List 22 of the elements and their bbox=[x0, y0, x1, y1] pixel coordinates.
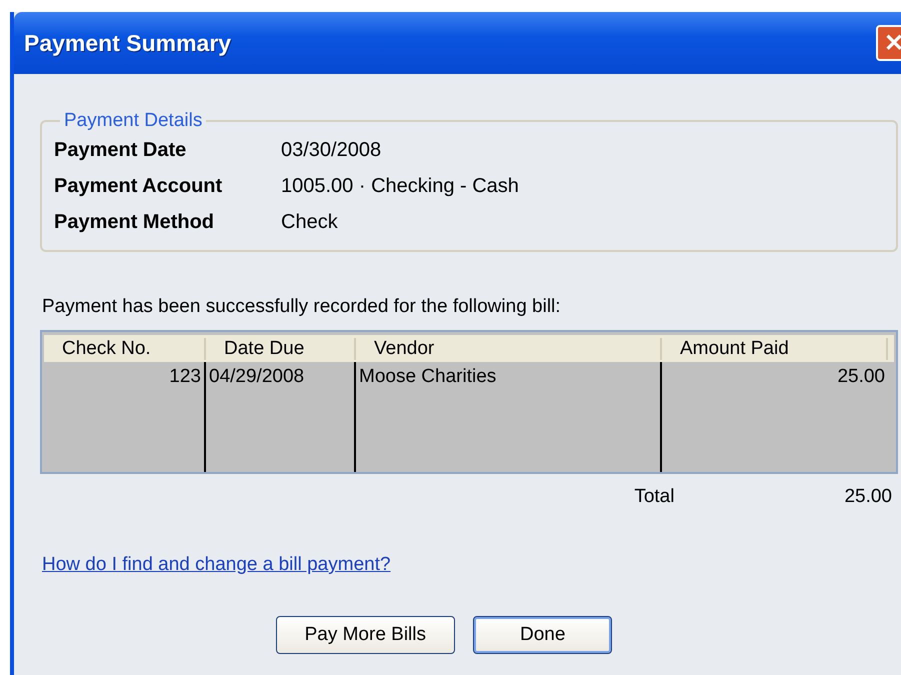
column-header[interactable]: Check No. bbox=[44, 338, 206, 360]
field-value: 1005.00 · Checking - Cash bbox=[281, 174, 519, 198]
dialog-button[interactable]: Pay More Bills bbox=[276, 616, 455, 654]
table-cell: 04/29/2008 bbox=[206, 362, 356, 472]
group-legend: Payment Details bbox=[60, 110, 206, 132]
dialog-button[interactable]: Done bbox=[473, 616, 612, 654]
column-header[interactable]: Date Due bbox=[206, 338, 356, 360]
column-header[interactable]: Vendor bbox=[356, 338, 662, 360]
total-value: 25.00 bbox=[844, 486, 892, 508]
column-header[interactable]: Amount Paid bbox=[662, 338, 888, 360]
field-label: Payment Date bbox=[54, 138, 188, 162]
field-value: 03/30/2008 bbox=[281, 138, 382, 162]
window-title: Payment Summary bbox=[24, 30, 232, 56]
field-label: Payment Account bbox=[54, 174, 224, 198]
table-cell: Moose Charities bbox=[356, 362, 662, 472]
status-message: Payment has been successfully recorded for the following bill: bbox=[42, 296, 562, 318]
table-cell: 123 bbox=[44, 362, 206, 472]
total-label: Total bbox=[634, 486, 674, 508]
field-value: Check bbox=[281, 210, 338, 234]
table-cell-text: 25.00 bbox=[836, 365, 886, 389]
field-label: Payment Method bbox=[54, 210, 216, 234]
help-link[interactable]: How do I find and change a bill payment? bbox=[42, 554, 391, 576]
